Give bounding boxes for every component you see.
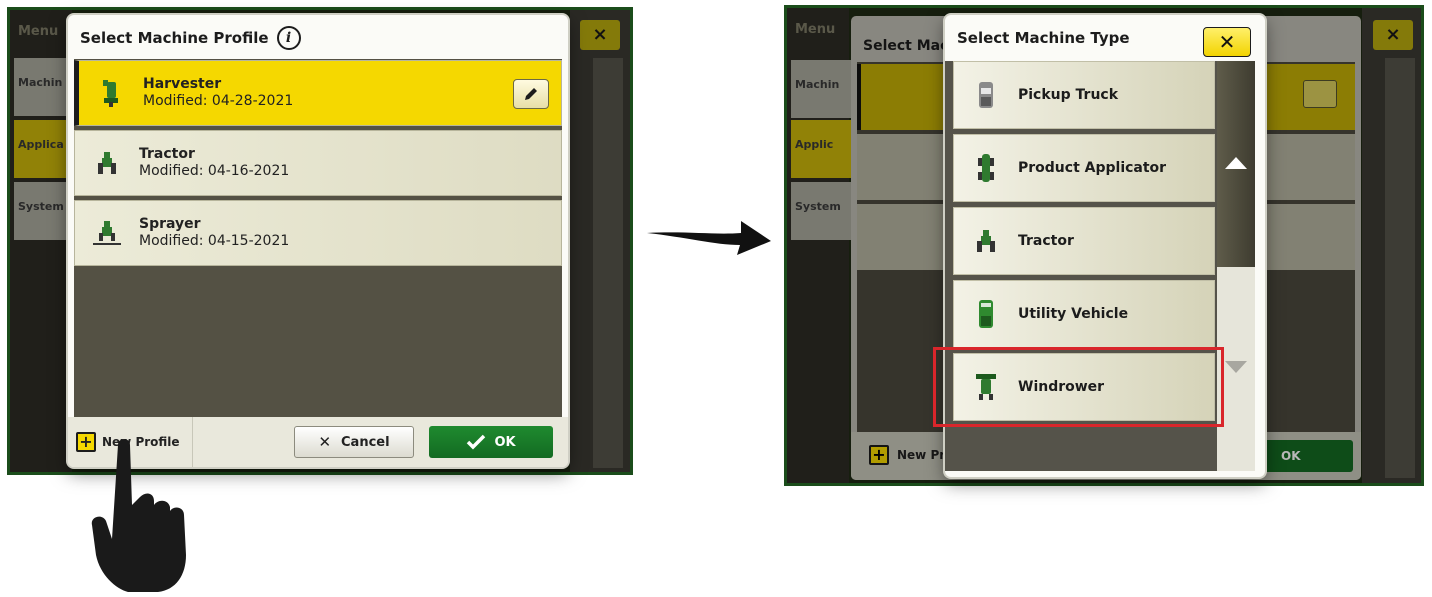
pickup-truck-icon [954,80,1018,110]
utility-vehicle-icon [954,298,1018,330]
profile-row-tractor[interactable]: Tractor Modified: 04-16-2021 [74,130,562,196]
product-applicator-icon [954,152,1018,184]
profile-modified-date: Modified: 04-28-2021 [143,93,294,109]
pointing-hand-icon [88,435,208,595]
sprayer-icon [75,219,139,247]
harvester-icon [79,78,143,108]
type-row-tractor[interactable]: Tractor [953,207,1215,275]
tractor-icon [954,228,1018,254]
type-name: Product Applicator [1018,160,1167,176]
dialog-header: Select Machine Profile i [68,15,568,61]
cancel-button[interactable]: ✕ Cancel [294,426,414,458]
dialog-title: Select Machine Profile [80,29,269,47]
type-row-product-applicator[interactable]: Product Applicator [953,134,1215,202]
select-machine-profile-dialog: Select Machine Profile i Harvester Modif… [68,15,568,467]
type-name: Tractor [1018,233,1074,249]
pencil-icon [525,88,537,100]
scroll-up-arrow-icon[interactable] [1225,157,1247,169]
cancel-label: Cancel [341,434,390,450]
type-row-utility-vehicle[interactable]: Utility Vehicle [953,280,1215,348]
scroll-down-arrow-icon[interactable] [1225,361,1247,373]
profile-name: Sprayer [139,216,201,232]
profile-name: Harvester [143,76,222,92]
profile-row-harvester[interactable]: Harvester Modified: 04-28-2021 [74,60,562,126]
type-name: Pickup Truck [1018,87,1119,103]
dialog-title: Select Machine Type [957,29,1130,47]
ok-label: OK [494,434,516,450]
windrower-highlight-box [933,347,1224,427]
checkmark-icon [467,434,486,450]
type-name: Utility Vehicle [1018,306,1129,322]
profile-row-sprayer[interactable]: Sprayer Modified: 04-15-2021 [74,200,562,266]
profile-list: Harvester Modified: 04-28-2021 Tractor M… [74,59,562,417]
arrow-right-icon [645,215,773,265]
ok-button[interactable]: OK [429,426,553,458]
profile-modified-date: Modified: 04-16-2021 [139,163,290,179]
info-icon[interactable]: i [276,26,301,50]
tractor-icon [75,150,139,176]
profile-name: Tractor [139,146,195,162]
x-icon: ✕ [318,433,332,451]
type-row-pickup-truck[interactable]: Pickup Truck [953,61,1215,129]
close-icon: ✕ [1218,30,1236,54]
profile-modified-date: Modified: 04-15-2021 [139,233,290,249]
edit-profile-button[interactable] [513,79,549,109]
close-button[interactable]: ✕ [1203,27,1251,57]
